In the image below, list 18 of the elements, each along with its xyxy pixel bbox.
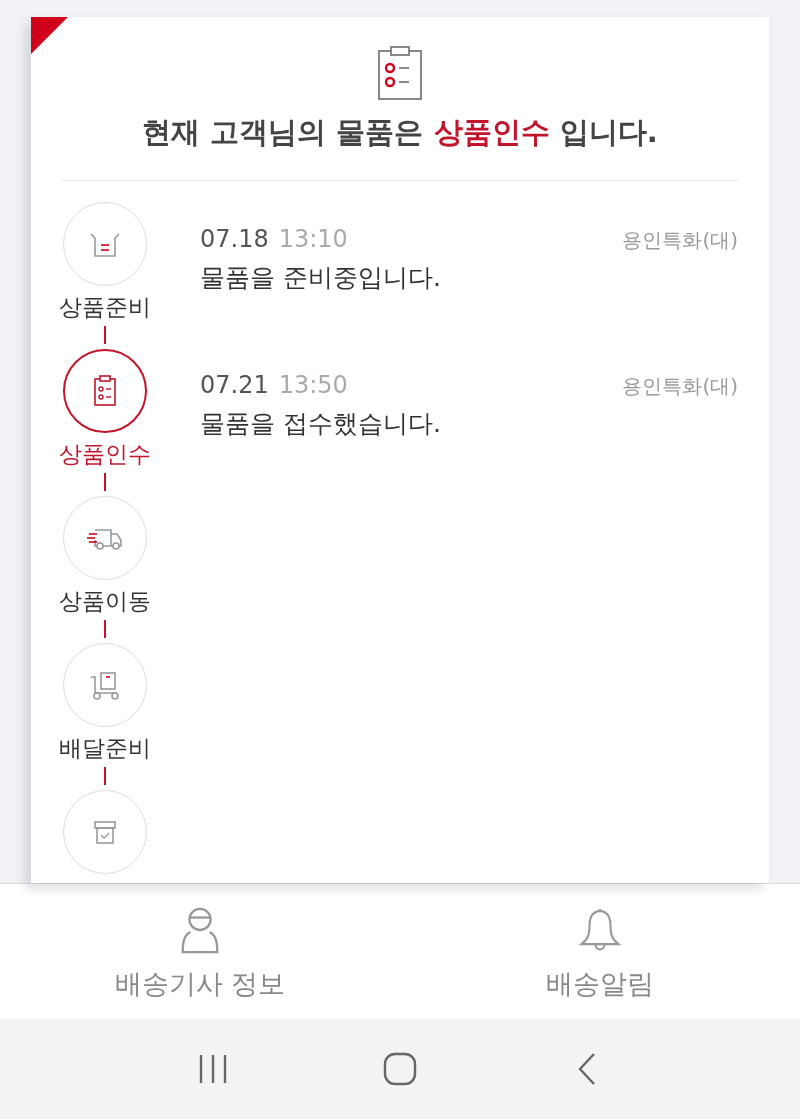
- notification-button[interactable]: 배송알림: [400, 884, 800, 1019]
- status-headline: 현재 고객님의 물품은 상품인수 입니다.: [142, 114, 658, 151]
- event-time: 13:10: [278, 225, 348, 253]
- event-message: 물품을 접수했습니다.: [200, 408, 442, 440]
- home-icon[interactable]: [383, 1052, 417, 1086]
- event-location: 용인특화(대): [622, 227, 738, 254]
- step-label: 상품준비: [59, 293, 151, 322]
- clipboard-icon: [377, 45, 423, 101]
- driver-info-button[interactable]: 배송기사 정보: [0, 884, 400, 1019]
- event-location: 용인특화(대): [622, 373, 738, 400]
- step-label: 상품인수: [59, 440, 151, 469]
- event-date: 07.18: [200, 225, 269, 253]
- event-message: 물품을 준비중입니다.: [200, 262, 442, 294]
- corner-ribbon-icon: [31, 17, 68, 54]
- step-label: 상품이동: [59, 587, 151, 616]
- step-label: 배달준비: [59, 734, 151, 763]
- event-time: 13:50: [278, 371, 348, 399]
- event-date: 07.21: [200, 371, 269, 399]
